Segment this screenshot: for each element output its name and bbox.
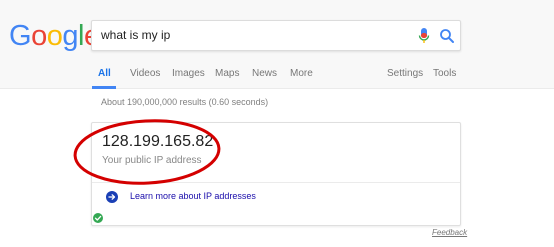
tab-settings[interactable]: Settings [387, 68, 423, 79]
search-input[interactable]: what is my ip [91, 20, 461, 51]
search-query-text[interactable]: what is my ip [101, 28, 170, 42]
tab-tools[interactable]: Tools [433, 68, 456, 79]
result-stats: About 190,000,000 results (0.60 seconds) [101, 97, 269, 107]
logo-letter-o1: o [31, 20, 47, 52]
check-circle-icon [93, 213, 103, 223]
card-divider [92, 182, 460, 183]
google-logo[interactable]: Google [9, 16, 100, 56]
ip-address-value: 128.199.165.82 [102, 133, 214, 150]
logo-letter-g2: g [62, 20, 78, 52]
tab-all[interactable]: All [98, 68, 111, 79]
tab-images[interactable]: Images [172, 68, 205, 79]
tab-more[interactable]: More [290, 68, 313, 79]
logo-letter-o2: o [46, 20, 63, 52]
active-tab-indicator [92, 86, 116, 89]
ip-address-caption: Your public IP address [102, 155, 202, 166]
tab-videos[interactable]: Videos [130, 68, 160, 79]
search-header: Google what is my ip All Videos Images M… [0, 0, 554, 89]
search-icon[interactable] [438, 27, 456, 45]
arrow-right-circle-icon[interactable] [106, 191, 118, 203]
search-tabs: All Videos Images Maps News More Setting… [0, 64, 554, 89]
logo-letter-g1: G [9, 20, 32, 52]
ip-answer-card: 128.199.165.82 Your public IP address Le… [91, 122, 461, 226]
tab-news[interactable]: News [252, 68, 277, 79]
learn-more-ip-link[interactable]: Learn more about IP addresses [130, 191, 256, 201]
tab-maps[interactable]: Maps [215, 68, 239, 79]
feedback-link[interactable]: Feedback [432, 228, 467, 237]
microphone-icon[interactable] [417, 27, 431, 45]
